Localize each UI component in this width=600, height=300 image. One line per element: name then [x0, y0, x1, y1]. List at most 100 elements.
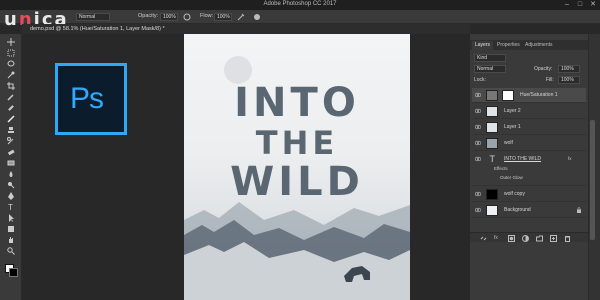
trash-icon[interactable] [564, 235, 571, 242]
adjustment-layer-icon [486, 90, 498, 101]
lock-icon [577, 207, 581, 213]
blur-tool-icon[interactable] [7, 170, 15, 178]
layer-name: Layer 1 [504, 124, 521, 130]
panel-scrollbar[interactable] [590, 120, 595, 240]
dodge-tool-icon[interactable] [7, 181, 15, 189]
visibility-eye-icon[interactable] [475, 108, 481, 114]
flow-label: Flow: [200, 13, 214, 19]
add-layer-style-icon[interactable]: fx [494, 235, 498, 241]
layer-row[interactable]: Hue/Saturation 1 [472, 88, 586, 103]
layer-thumbnail [486, 189, 498, 200]
type-layer-icon: T [490, 154, 496, 163]
layer-name: Hue/Saturation 1 [520, 92, 558, 98]
layer-opacity-label: Opacity: [534, 66, 553, 72]
layer-row[interactable]: Layer 1 [472, 120, 586, 135]
history-brush-tool-icon[interactable] [7, 137, 15, 145]
airbrush-icon[interactable] [236, 12, 246, 22]
crop-tool-icon[interactable] [7, 82, 15, 90]
eraser-tool-icon[interactable] [7, 148, 15, 156]
layer-name: Background [504, 207, 531, 213]
layers-panel: Layers Properties Adjustments Kind Norma… [470, 34, 588, 300]
panel-tabs: Layers Properties Adjustments [470, 40, 588, 50]
marquee-tool-icon[interactable] [7, 49, 15, 57]
blend-mode-select[interactable]: Normal [474, 65, 506, 73]
visibility-eye-icon[interactable] [475, 140, 481, 146]
quick-selection-tool-icon[interactable] [7, 71, 15, 79]
tab-adjustments[interactable]: Adjustments [522, 41, 556, 50]
mode-select[interactable]: Normal [76, 13, 110, 21]
effects-label: Effects [494, 166, 508, 171]
rectangle-tool-icon[interactable] [7, 225, 15, 233]
brush-tool-icon[interactable] [7, 115, 15, 123]
opacity-field[interactable]: 100% [160, 13, 178, 21]
close-icon[interactable]: ✕ [586, 0, 600, 10]
layer-row[interactable]: Layer 2 [472, 104, 586, 119]
path-selection-tool-icon[interactable] [7, 214, 15, 222]
type-tool-icon[interactable]: T [7, 203, 15, 211]
visibility-eye-icon[interactable] [475, 191, 481, 197]
poster-title-line-2: THE [255, 124, 339, 162]
zoom-tool-icon[interactable] [7, 247, 15, 255]
new-group-icon[interactable] [536, 235, 543, 242]
pressure-opacity-icon[interactable] [182, 12, 192, 22]
layer-thumbnail [486, 106, 498, 117]
tab-properties[interactable]: Properties [494, 41, 523, 50]
clone-stamp-tool-icon[interactable] [7, 126, 15, 134]
filter-kind-label: Kind [477, 55, 488, 61]
gradient-tool-icon[interactable] [7, 159, 15, 167]
tools-panel: T [0, 34, 22, 300]
fill-label: Fill: [546, 77, 554, 83]
lock-label: Lock: [474, 77, 486, 83]
filter-kind-select[interactable]: Kind [474, 54, 506, 62]
eyedropper-tool-icon[interactable] [7, 93, 15, 101]
layer-mask-thumbnail[interactable] [502, 90, 514, 101]
options-bar: unica Normal Opacity: 100% Flow: 100% [0, 10, 600, 29]
minimize-icon[interactable]: – [560, 0, 574, 10]
background-color-swatch[interactable] [9, 268, 18, 277]
lasso-tool-icon[interactable] [7, 60, 15, 68]
fill-field[interactable]: 100% [558, 76, 580, 84]
maximize-icon[interactable]: □ [573, 0, 587, 10]
visibility-eye-icon[interactable] [475, 124, 481, 130]
move-tool-icon[interactable] [7, 38, 15, 46]
document-tab[interactable]: demo.psd @ 58.1% (Hue/Saturation 1, Laye… [30, 24, 165, 34]
layer-name: wolf [504, 140, 513, 146]
layer-opacity-field[interactable]: 100% [558, 65, 580, 73]
layer-name: INTO THE WILD [504, 156, 542, 162]
tab-layers[interactable]: Layers [472, 41, 494, 50]
window-title: Adobe Photoshop CC 2017 [263, 1, 337, 7]
healing-brush-tool-icon[interactable] [7, 104, 15, 112]
document-canvas[interactable]: INTO THE WILD [184, 34, 410, 300]
visibility-eye-icon[interactable] [475, 207, 481, 213]
layer-row[interactable]: Background [472, 203, 586, 218]
svg-text:T: T [8, 203, 13, 211]
layer-name: wolf copy [504, 191, 525, 197]
layer-thumbnail [486, 138, 498, 149]
svg-text:T: T [490, 154, 496, 163]
photoshop-logo: Ps [55, 63, 127, 135]
hand-tool-icon[interactable] [7, 236, 15, 244]
poster-title-line-1: INTO [234, 80, 360, 126]
adjustment-layer-icon[interactable] [522, 235, 529, 242]
new-layer-icon[interactable] [550, 235, 557, 242]
layer-fx-badge[interactable]: fx [568, 156, 572, 161]
document-tab-bar: demo.psd @ 58.1% (Hue/Saturation 1, Laye… [22, 24, 470, 34]
pen-tool-icon[interactable] [7, 192, 15, 200]
layer-row[interactable]: T INTO THE WILD fx Effects Outer Glow [472, 152, 586, 186]
outer-glow-label[interactable]: Outer Glow [500, 175, 523, 180]
pressure-size-icon[interactable] [252, 12, 262, 22]
layer-name: Layer 2 [504, 108, 521, 114]
layer-thumbnail [486, 205, 498, 216]
layer-row[interactable]: wolf copy [472, 187, 586, 202]
opacity-label: Opacity: [138, 13, 159, 19]
photoshop-logo-text: Ps [70, 82, 104, 115]
layers-panel-footer: fx [470, 232, 588, 242]
layer-thumbnail [486, 122, 498, 133]
visibility-eye-icon[interactable] [475, 156, 481, 162]
add-mask-icon[interactable] [508, 235, 515, 242]
link-layers-icon[interactable] [480, 235, 487, 242]
title-bar: Adobe Photoshop CC 2017 – □ ✕ [0, 0, 600, 10]
layer-row[interactable]: wolf [472, 136, 586, 151]
flow-field[interactable]: 100% [214, 13, 232, 21]
visibility-eye-icon[interactable] [475, 92, 481, 98]
